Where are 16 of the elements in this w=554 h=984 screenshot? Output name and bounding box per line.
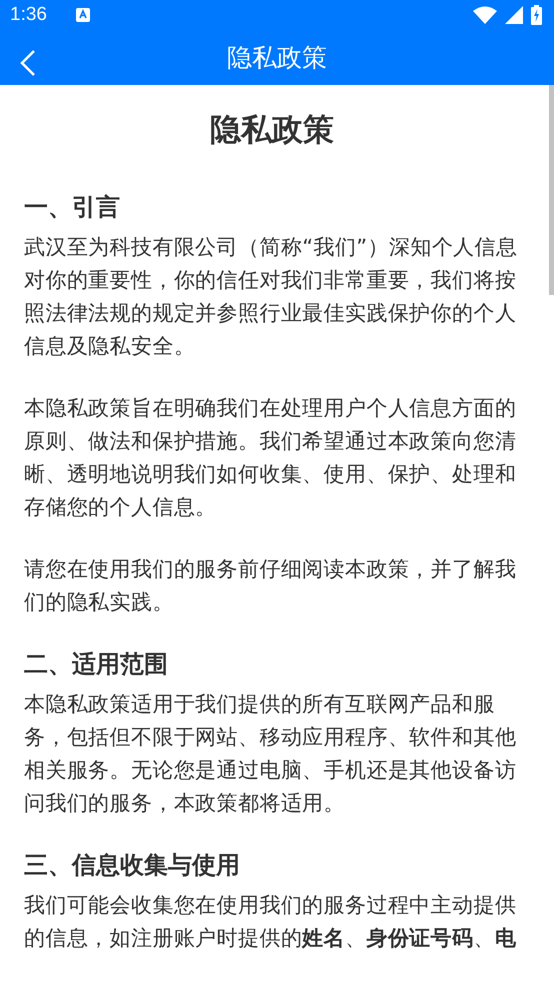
section-heading: 二、适用范围	[24, 649, 169, 680]
wifi-icon	[473, 6, 497, 24]
page-title: 隐私政策	[227, 42, 327, 74]
paragraph: 武汉至为科技有限公司（简称“我们”）深知个人信息对你的重要性，你的信任对我们非常重要，我们将按照法律法规的规定并参照行业最佳实践保护你的个人信息及隐私安全。	[24, 234, 518, 360]
keyboard-notification-icon	[74, 6, 91, 23]
paragraph: 本隐私政策旨在明确我们在处理用户个人信息方面的原则、做法和保护措施。我们希望通过本政策向您清晰、透明地说明我们如何收集、使用、保护、处理和存储您的个人信息。	[24, 395, 518, 521]
paragraph: 请您在使用我们的服务前仔细阅读本政策，并了解我们的隐私实践。	[24, 556, 518, 616]
signal-icon	[505, 6, 523, 24]
section-heading: 三、信息收集与使用	[24, 850, 241, 881]
paragraph: 我们可能会收集您在使用我们的服务过程中主动提供的信息，如注册账户时提供的姓名、身份证号码、电	[24, 892, 518, 952]
chevron-left-icon	[20, 49, 36, 78]
document-title: 隐私政策	[209, 111, 335, 150]
status-time: 1:36	[10, 4, 47, 26]
paragraph: 本隐私政策适用于我们提供的所有互联网产品和服务，包括但不限于网站、移动应用程序、软件和其他相关服务。无论您是通过电脑、手机还是其他设备访问我们的服务，本政策都将适用。	[24, 691, 518, 817]
section-heading: 一、引言	[24, 192, 121, 223]
battery-charging-icon	[531, 4, 542, 25]
